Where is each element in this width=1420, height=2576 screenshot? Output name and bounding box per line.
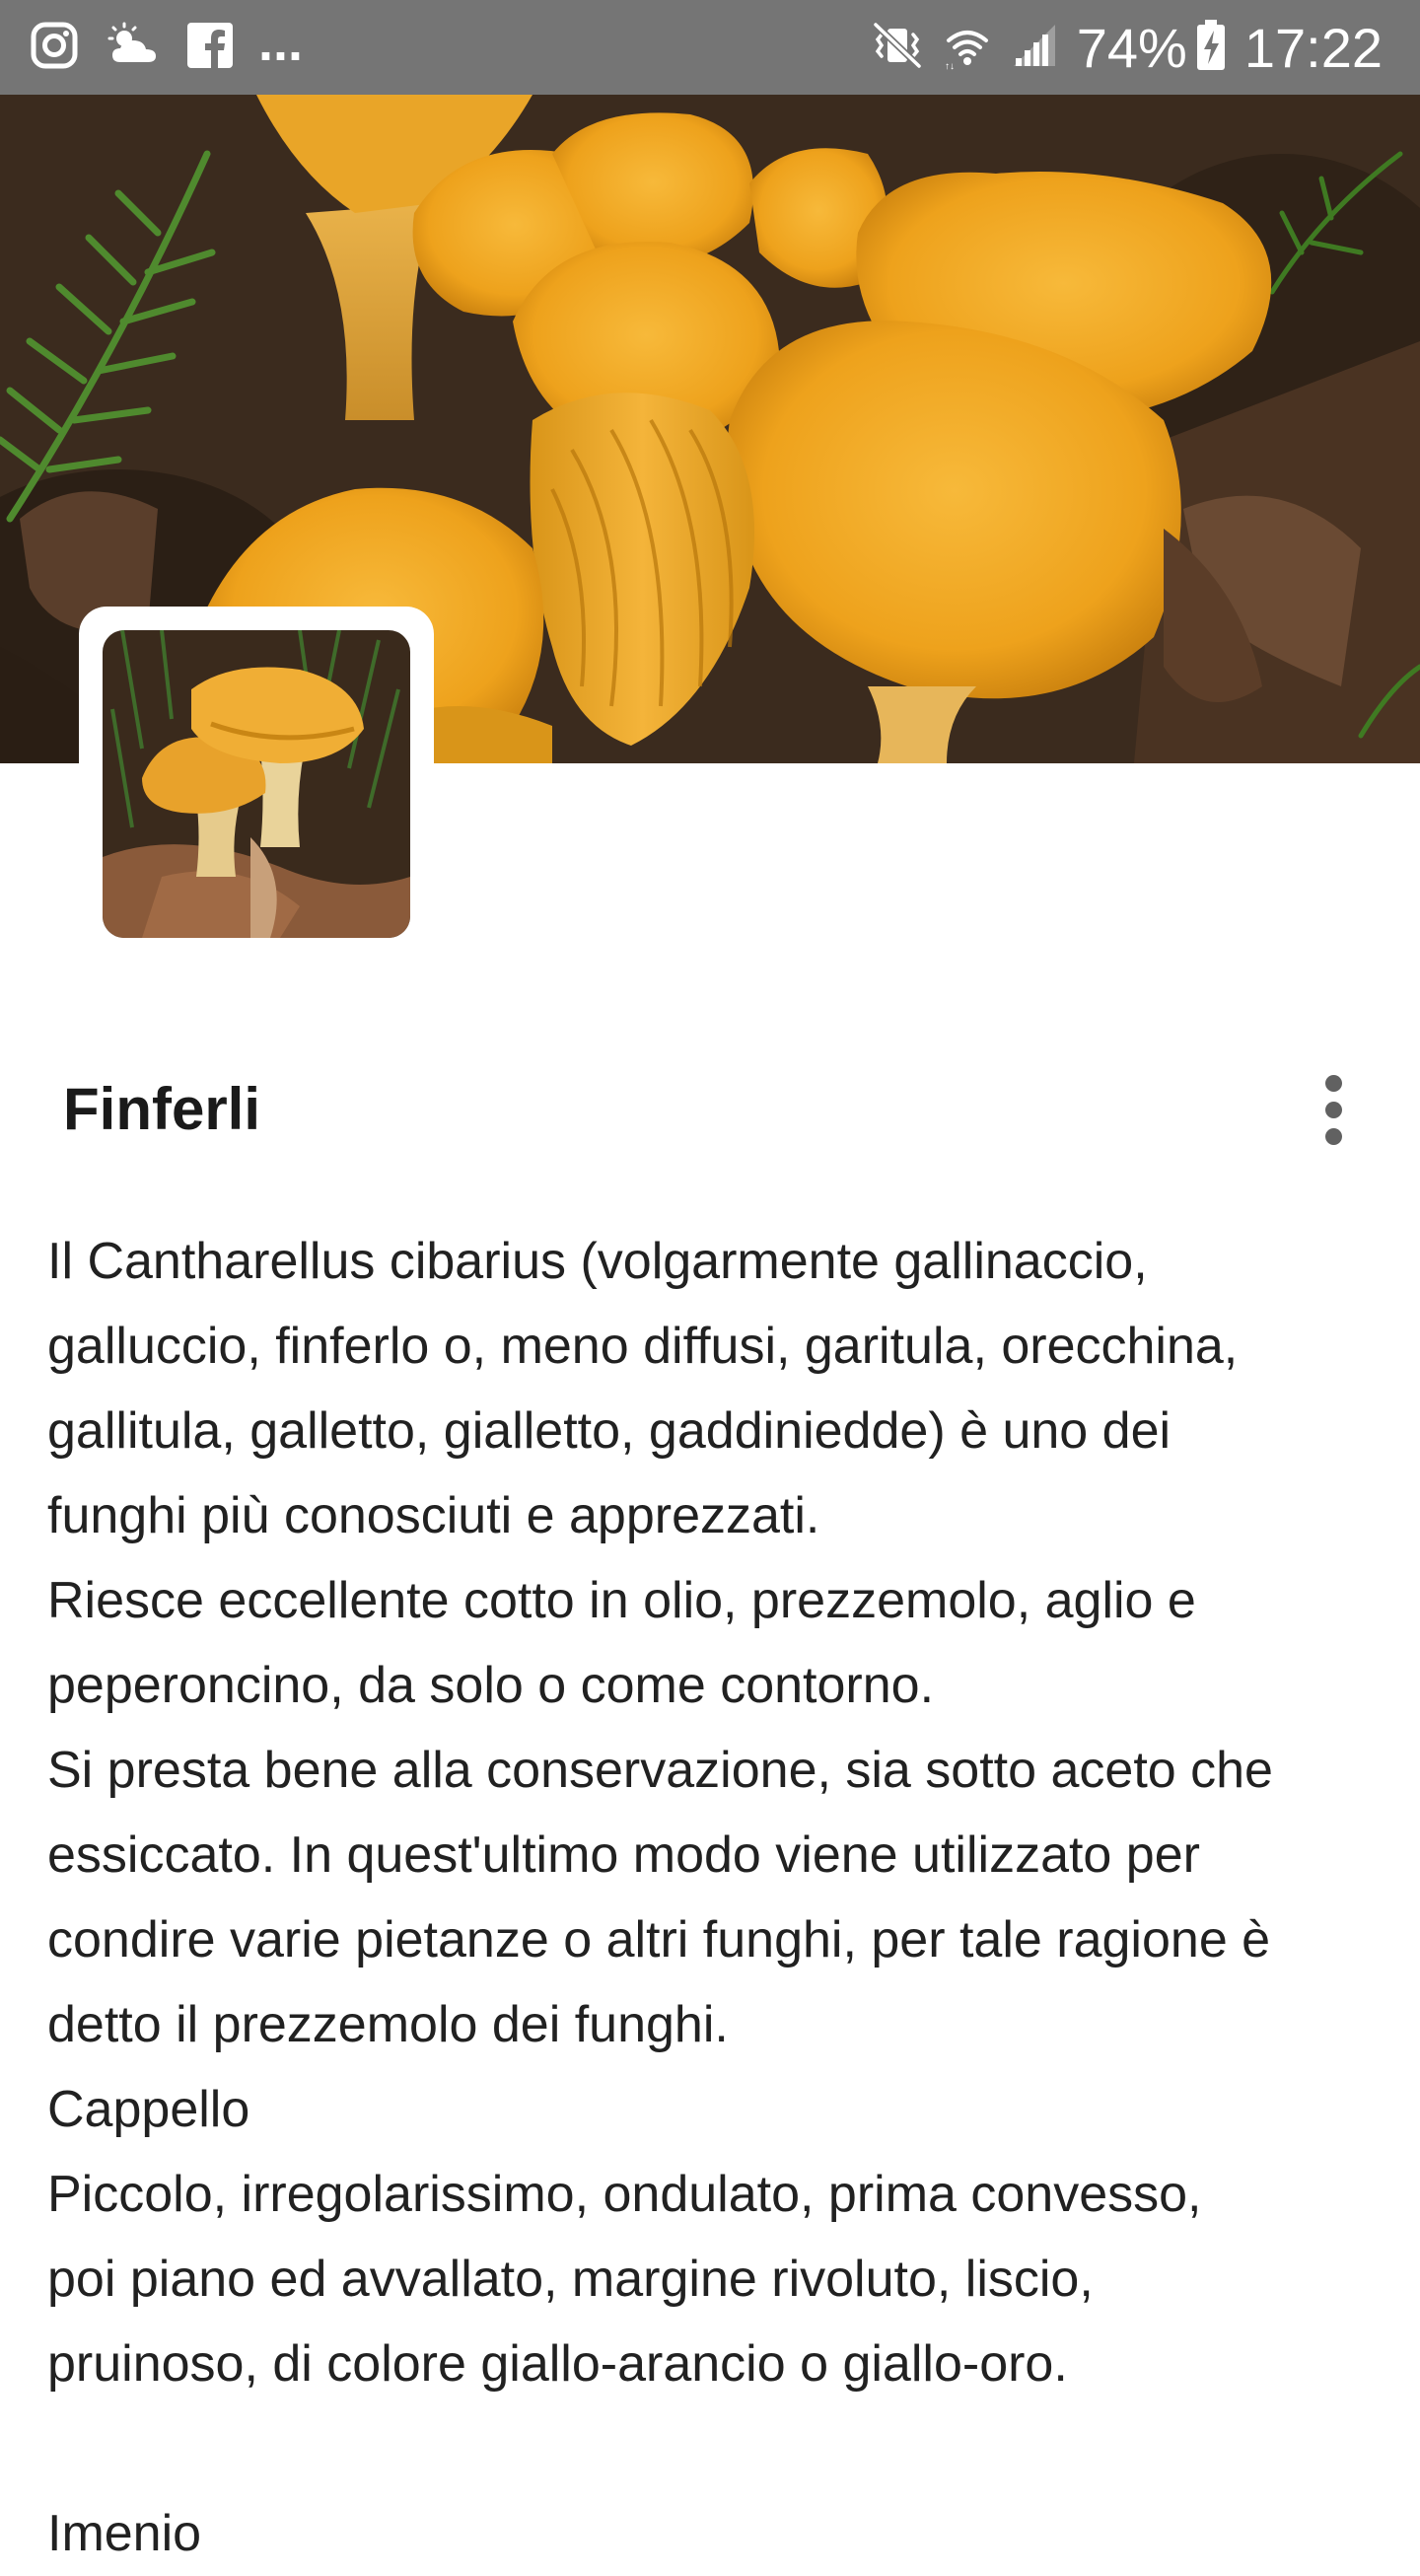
status-bar: ... ↑↓ 74% 17:22 xyxy=(0,0,1420,95)
more-vert-icon xyxy=(1324,1074,1342,1092)
status-bar-right: ↑↓ 74% 17:22 xyxy=(852,16,1383,80)
instagram-icon xyxy=(30,21,79,75)
description-line: peperoncino, da solo o come contorno. xyxy=(47,1657,935,1714)
description-line: Piccolo, irregolarissimo, ondulato, prim… xyxy=(47,2166,1202,2223)
description-line: gallitula, galletto, gialletto, gaddinie… xyxy=(47,1402,1172,1460)
description-line: condire varie pietanze o altri funghi, p… xyxy=(47,1911,1271,1968)
more-options-button[interactable] xyxy=(1304,1065,1363,1154)
vibrate-mute-icon xyxy=(870,21,925,75)
svg-text:↑↓: ↑↓ xyxy=(945,61,955,70)
description-line: Si presta bene alla conservazione, sia s… xyxy=(47,1742,1273,1799)
description-line: pruinoso, di colore giallo-arancio o gia… xyxy=(47,2335,1068,2393)
section-heading-cappello: Cappello xyxy=(47,2081,250,2138)
page-title: Finferli xyxy=(63,1076,261,1142)
battery-percent: 74% xyxy=(1076,16,1187,79)
facebook-icon xyxy=(187,22,233,73)
weather-cloudy-sun-icon xyxy=(105,21,162,75)
thumbnail-frame xyxy=(79,607,434,962)
description-line: essiccato. In quest'ultimo modo viene ut… xyxy=(47,1826,1200,1884)
description-line: Riesce eccellente cotto in olio, prezzem… xyxy=(47,1572,1196,1629)
wifi-icon: ↑↓ xyxy=(943,21,992,75)
section-heading-imenio: Imenio xyxy=(47,2505,202,2562)
signal-icon xyxy=(1010,21,1059,75)
more-vert-icon-dot xyxy=(1324,1101,1342,1118)
description-line: poi piano ed avvallato, margine rivoluto… xyxy=(47,2251,1094,2308)
status-bar-left: ... xyxy=(30,16,328,75)
description: Il Cantharellus cibarius (volgarmente ga… xyxy=(47,1219,1388,2576)
description-line: Il Cantharellus cibarius (volgarmente ga… xyxy=(47,1233,1148,1290)
description-line: detto il prezzemolo dei funghi. xyxy=(47,1996,729,2053)
title-row: Finferli xyxy=(0,1065,1420,1154)
more-notifications-indicator: ... xyxy=(258,13,304,72)
more-vert-icon-dot xyxy=(1324,1127,1342,1145)
description-line: funghi più conosciuti e apprezzati. xyxy=(47,1487,820,1544)
battery-charging-icon xyxy=(1195,19,1227,76)
description-line: galluccio, finferlo o, meno diffusi, gar… xyxy=(47,1318,1239,1375)
clock: 17:22 xyxy=(1243,16,1383,79)
thumbnail-image xyxy=(103,630,410,938)
